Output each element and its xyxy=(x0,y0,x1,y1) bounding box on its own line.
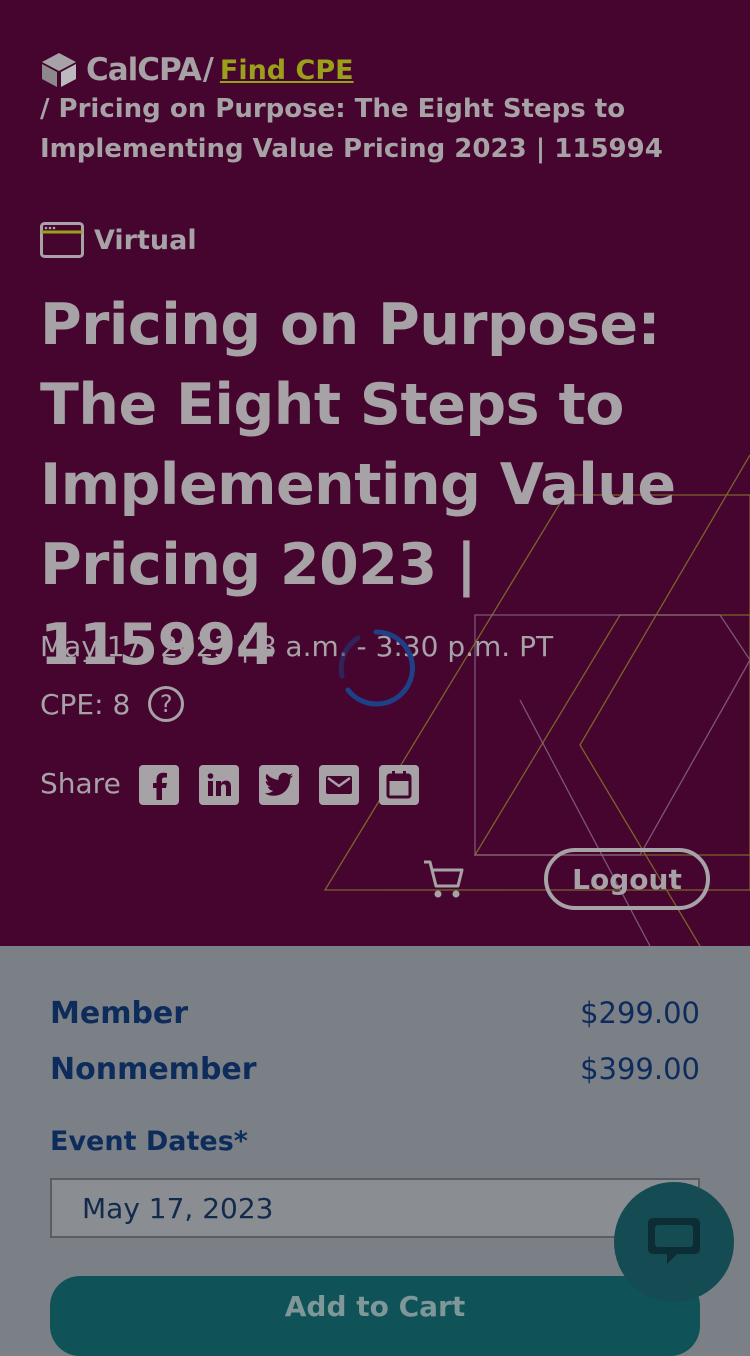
calcpa-logo[interactable]: CalCPA xyxy=(40,50,202,90)
browser-window-icon xyxy=(40,222,84,258)
breadcrumb-separator: / xyxy=(202,52,214,87)
linkedin-icon[interactable] xyxy=(198,765,239,805)
chat-widget-button[interactable] xyxy=(614,1182,734,1302)
event-dates-select[interactable]: May 17, 2023 xyxy=(50,1178,700,1238)
cube-logo-icon xyxy=(42,53,76,87)
chat-bubble-icon xyxy=(648,1218,700,1264)
price-value: $399.00 xyxy=(580,1052,700,1086)
email-icon[interactable] xyxy=(318,765,359,805)
event-dates-label: Event Dates* xyxy=(50,1126,248,1157)
facebook-icon[interactable] xyxy=(138,765,179,805)
price-row-member: Member $299.00 xyxy=(50,996,700,1031)
cpe-label: CPE: 8 xyxy=(40,687,131,721)
share-label: Share xyxy=(40,766,121,800)
price-row-nonmember: Nonmember $399.00 xyxy=(50,1052,700,1087)
breadcrumb-current: / Pricing on Purpose: The Eight Steps to… xyxy=(40,94,663,164)
help-icon[interactable]: ? xyxy=(148,686,185,722)
price-label: Member xyxy=(50,996,189,1031)
add-to-cart-button[interactable]: Add to Cart xyxy=(50,1276,700,1356)
calendar-icon[interactable] xyxy=(378,765,419,805)
twitter-icon[interactable] xyxy=(258,765,299,805)
price-label: Nonmember xyxy=(50,1052,257,1087)
event-date: May 17, 2023 | 8 a.m. - 3:30 p.m. PT xyxy=(40,630,554,663)
cpe-credits: CPE: 8 ? xyxy=(40,686,185,722)
logout-button[interactable]: Logout xyxy=(544,848,710,910)
loading-spinner-icon xyxy=(338,629,415,707)
cart-icon[interactable] xyxy=(422,858,466,902)
logo-text: CalCPA xyxy=(86,52,202,88)
event-format: Virtual xyxy=(40,222,197,258)
event-hero: CalCPA / Find CPE / Pricing on Purpose: T… xyxy=(0,0,750,946)
format-label: Virtual xyxy=(94,224,197,256)
price-value: $299.00 xyxy=(580,996,700,1030)
share-bar: Share xyxy=(40,765,439,805)
breadcrumb-link-find-cpe[interactable]: Find CPE xyxy=(220,55,354,86)
breadcrumb: CalCPA / Find CPE / Pricing on Purpose: T… xyxy=(40,50,720,169)
event-title: Pricing on Purpose: The Eight Steps to I… xyxy=(40,292,676,678)
